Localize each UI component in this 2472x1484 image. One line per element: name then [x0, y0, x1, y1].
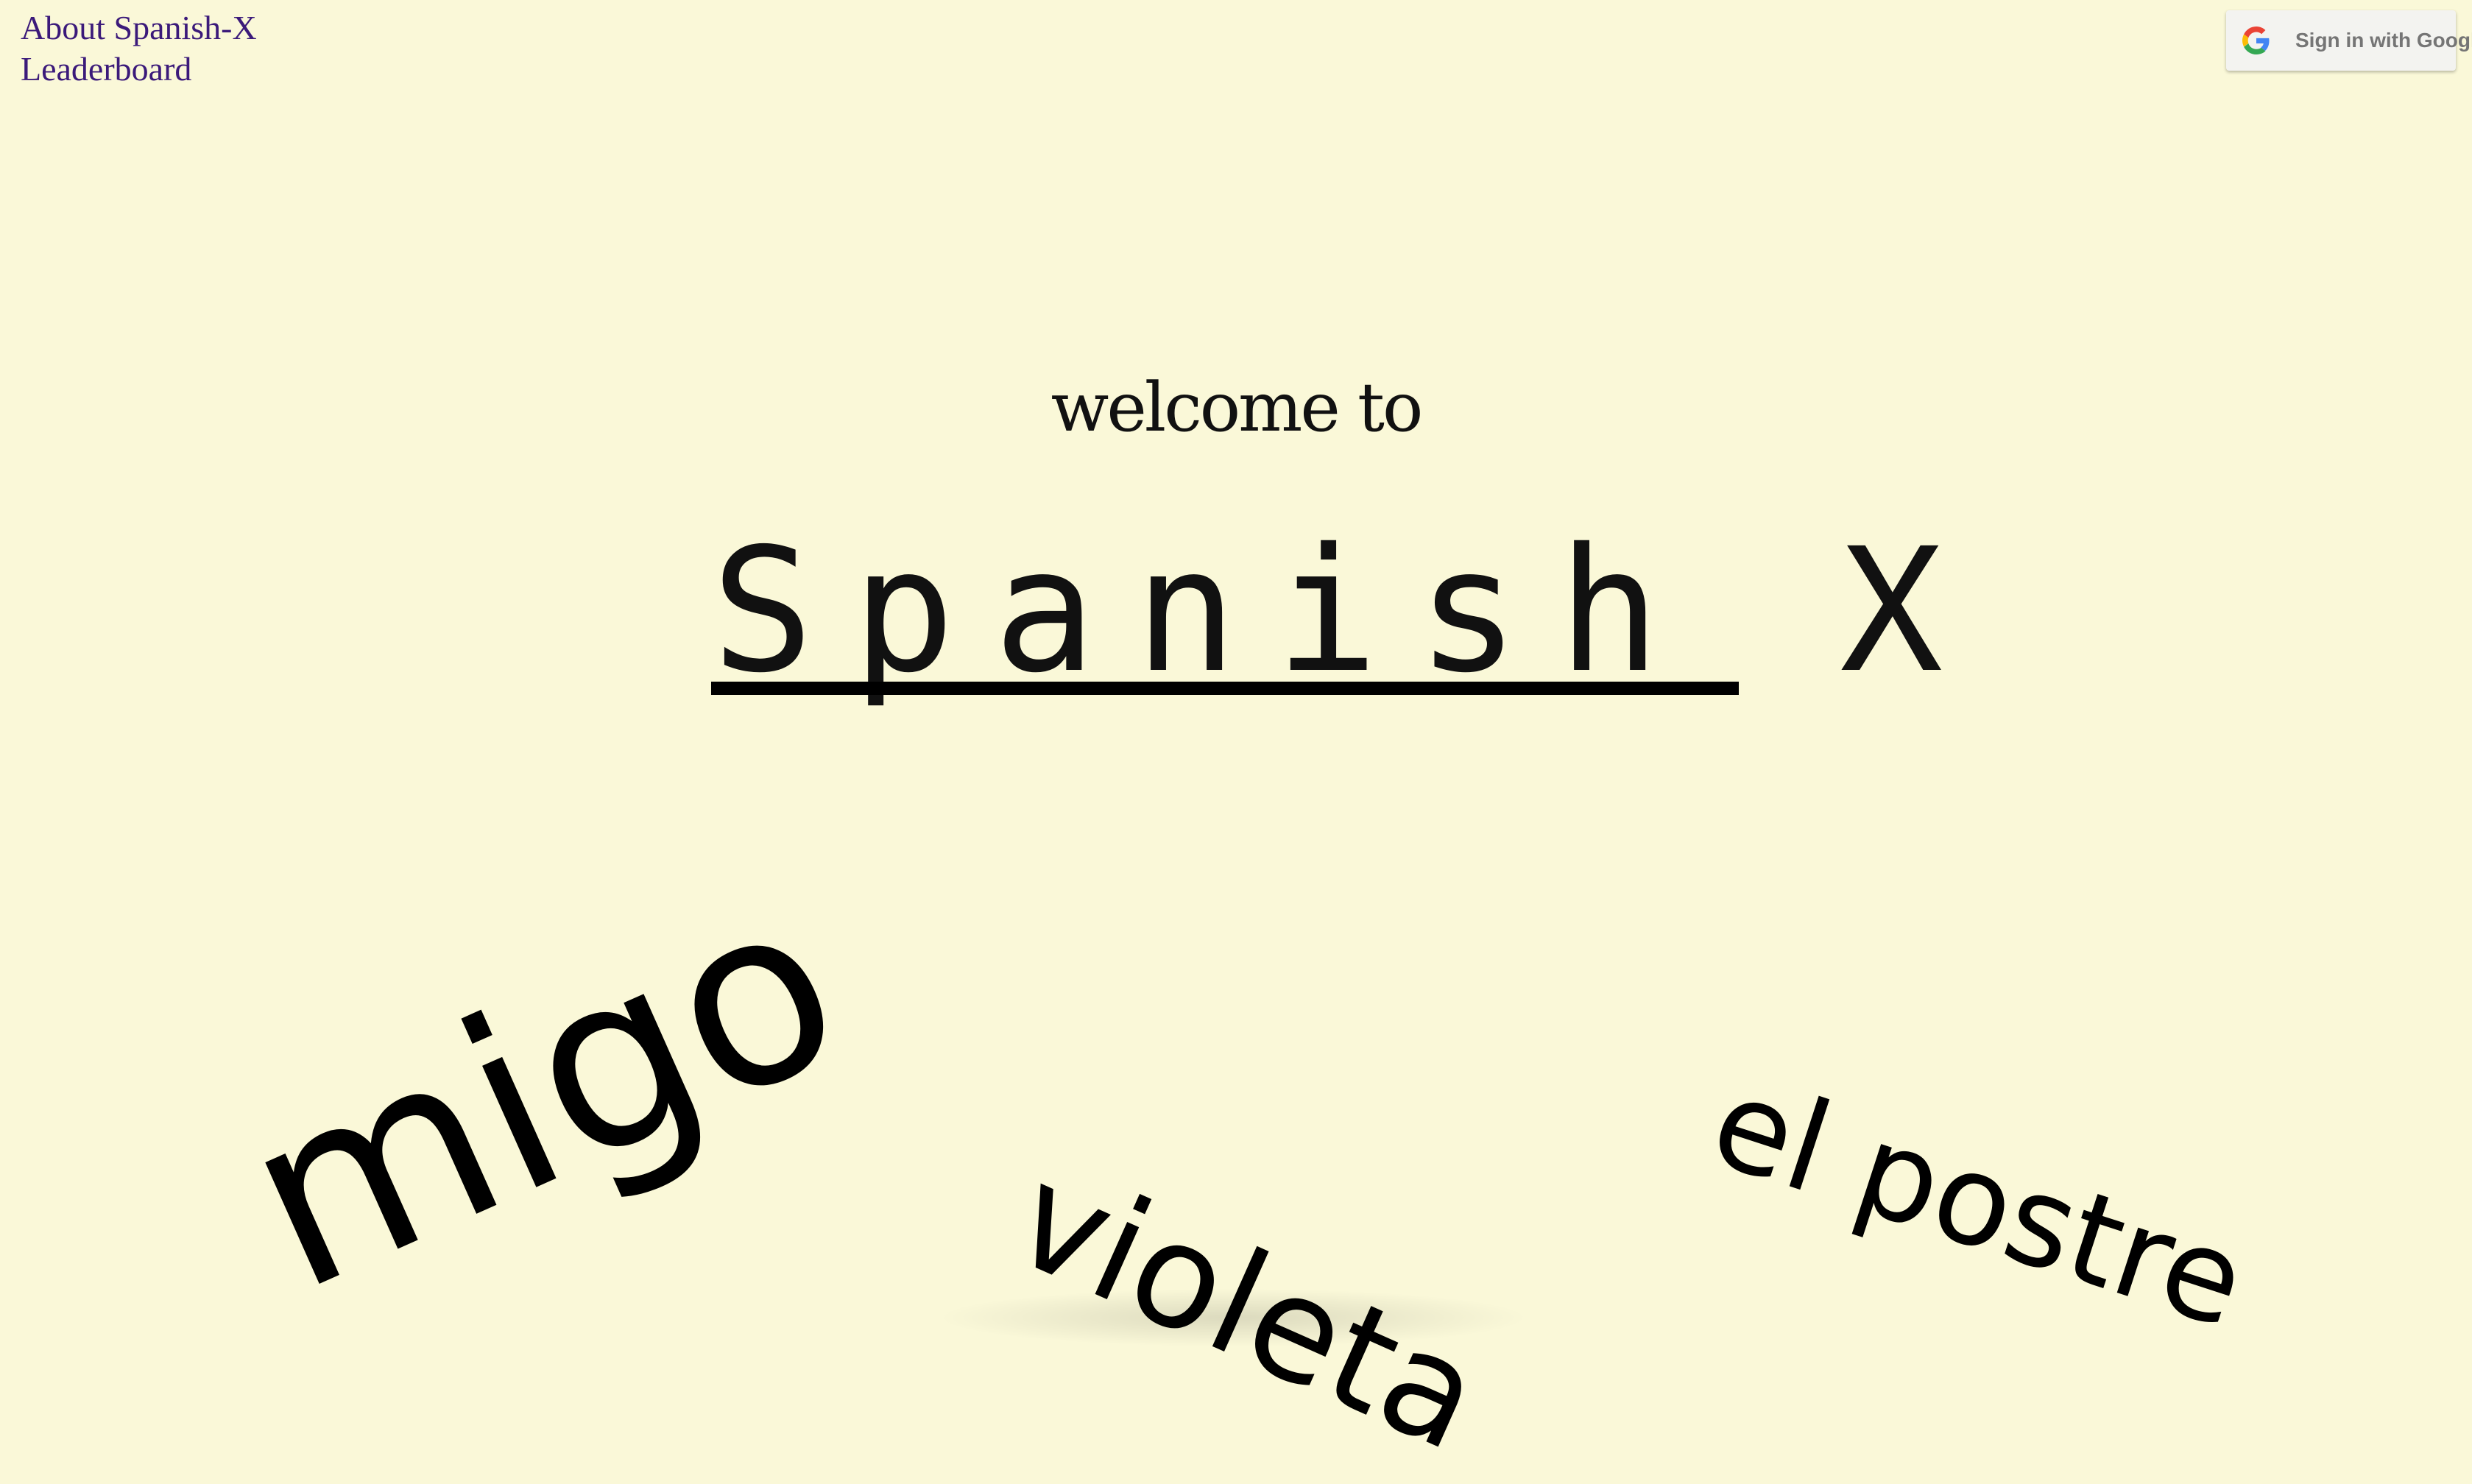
floating-word[interactable]: migo	[208, 840, 877, 1345]
shadow-decoration	[935, 1288, 1531, 1347]
about-link[interactable]: About Spanish-X	[21, 7, 257, 49]
google-icon	[2242, 26, 2270, 54]
top-nav: About Spanish-X Leaderboard	[21, 7, 257, 90]
title-underline	[711, 682, 1739, 695]
leaderboard-link[interactable]: Leaderboard	[21, 49, 257, 90]
app-title: Spanish X	[711, 512, 1982, 710]
floating-word[interactable]: el postre	[1695, 1049, 2261, 1357]
signin-label: Sign in with Google	[2295, 29, 2472, 52]
title-block: Spanish X	[711, 515, 1943, 707]
welcome-text: welcome to	[1050, 368, 1424, 447]
google-signin-button[interactable]: Sign in with Google	[2226, 10, 2472, 71]
